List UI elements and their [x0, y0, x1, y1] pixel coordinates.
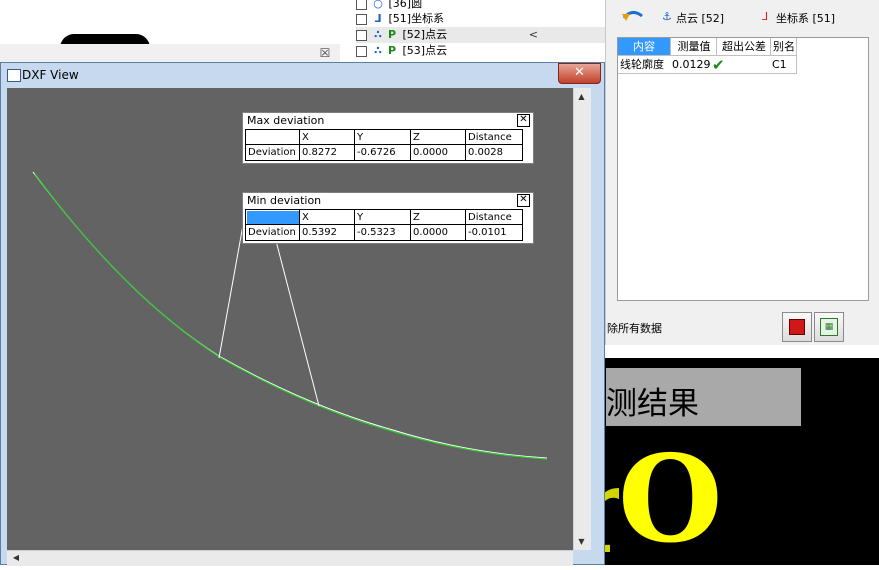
value-x: 0.8272	[302, 147, 337, 158]
tree-item-point-cloud-53[interactable]: ∴ P [53]点云	[356, 43, 606, 59]
cell-alias[interactable]: C1	[772, 57, 787, 73]
background-window-strip	[0, 44, 340, 63]
coordinate-tab-icon: ⅃	[762, 10, 769, 23]
spreadsheet-export-icon: ▦	[820, 318, 838, 336]
check-icon: ✔	[712, 56, 725, 74]
header-y: Y	[357, 212, 364, 223]
value-z: 0.0000	[413, 147, 448, 158]
min-deviation-close-icon[interactable]: ✕	[517, 194, 530, 207]
undo-arrow-icon[interactable]	[620, 6, 644, 29]
min-deviation-title: Min deviation	[247, 194, 322, 207]
header-z: Z	[413, 212, 420, 223]
header-distance: Distance	[468, 132, 512, 143]
row-label: Deviation	[248, 227, 296, 238]
point-cloud-icon: ∴	[374, 44, 382, 57]
tree-checkbox[interactable]	[356, 45, 367, 57]
tree-checkbox[interactable]	[356, 13, 367, 25]
tree-item-point-cloud-52[interactable]: ∴ P [52]点云 <	[356, 27, 606, 43]
min-deviation-grid: X Y Z Distance Deviation 0.5392 -0.5323 …	[245, 209, 523, 241]
tab-point-cloud[interactable]: 点云 [52]	[676, 10, 724, 26]
tree-item-label: [53]点云	[402, 44, 448, 57]
column-header-alias[interactable]: 别名	[770, 38, 797, 55]
header-y: Y	[357, 132, 364, 143]
result-letter: O	[618, 429, 723, 570]
window-title: DXF View	[22, 68, 79, 82]
p-icon: P	[387, 44, 397, 57]
tab-coordinate-system[interactable]: 坐标系 [51]	[776, 10, 835, 26]
close-button[interactable]: ✕	[558, 63, 601, 84]
tree-checkbox[interactable]	[356, 0, 367, 10]
max-deviation-title: Max deviation	[247, 114, 325, 127]
max-deviation-close-icon[interactable]: ✕	[517, 114, 530, 127]
table-divider	[618, 73, 796, 74]
value-y: -0.5323	[357, 227, 396, 238]
export-spreadsheet-button[interactable]: ▦	[814, 312, 844, 342]
cell-value[interactable]: 0.0129	[672, 57, 711, 73]
background-close-icon[interactable]: ☒	[318, 46, 332, 60]
red-cube-icon	[789, 319, 805, 335]
header-x: X	[302, 212, 309, 223]
point-cloud-icon: ∴	[374, 28, 382, 41]
value-distance: 0.0028	[468, 147, 503, 158]
column-header-value[interactable]: 测量值	[670, 38, 717, 55]
scroll-left-icon[interactable]: ◀	[9, 551, 23, 565]
value-y: -0.6726	[357, 147, 396, 158]
scroll-up-icon[interactable]: ▲	[573, 88, 590, 105]
scroll-down-icon[interactable]: ▼	[573, 533, 590, 550]
header-x: X	[302, 132, 309, 143]
tree-item-label: [51]坐标系	[388, 12, 445, 25]
collapse-arrow-icon[interactable]: <	[529, 27, 538, 43]
tree-item-label: [36]圆	[388, 0, 423, 10]
header-distance: Distance	[468, 212, 512, 223]
header-z: Z	[413, 132, 420, 143]
column-header-content[interactable]: 内容	[618, 38, 670, 55]
min-deviation-panel: Min deviation ✕ X Y Z Distance Deviation…	[242, 192, 534, 244]
tree-item-coordinate-system[interactable]: ⅃ [51]坐标系	[356, 11, 606, 27]
dxf-app-icon	[7, 69, 21, 82]
selected-cell[interactable]	[247, 211, 299, 225]
red-cube-button[interactable]	[782, 312, 812, 342]
horizontal-scrollbar[interactable]	[7, 550, 573, 566]
row-label: Deviation	[248, 147, 296, 158]
point-cloud-tab-icon: ⚓	[662, 10, 672, 23]
coordinate-system-icon: ⅃	[374, 12, 382, 25]
table-divider	[618, 55, 796, 56]
tree-item-label: [52]点云	[402, 28, 448, 41]
value-x: 0.5392	[302, 227, 337, 238]
table-divider	[796, 38, 797, 74]
value-z: 0.0000	[413, 227, 448, 238]
result-banner-text: 测结果	[606, 386, 699, 422]
vertical-scrollbar[interactable]	[573, 88, 591, 550]
result-table	[617, 37, 869, 301]
result-letter-partial: r	[605, 458, 619, 558]
clear-all-data-label[interactable]: 除所有数据	[607, 320, 662, 336]
max-deviation-panel: Max deviation ✕ X Y Z Distance Deviation…	[242, 112, 534, 164]
max-deviation-grid: X Y Z Distance Deviation 0.8272 -0.6726 …	[245, 129, 523, 161]
p-icon: P	[387, 28, 397, 41]
cell-content[interactable]: 线轮廓度	[620, 57, 664, 73]
tab-bar: ⚓ 点云 [52] ⅃ 坐标系 [51]	[610, 2, 879, 32]
value-distance: -0.0101	[468, 227, 507, 238]
tree-checkbox[interactable]	[356, 29, 367, 41]
column-header-out-of-tolerance[interactable]: 超出公差	[716, 38, 771, 55]
